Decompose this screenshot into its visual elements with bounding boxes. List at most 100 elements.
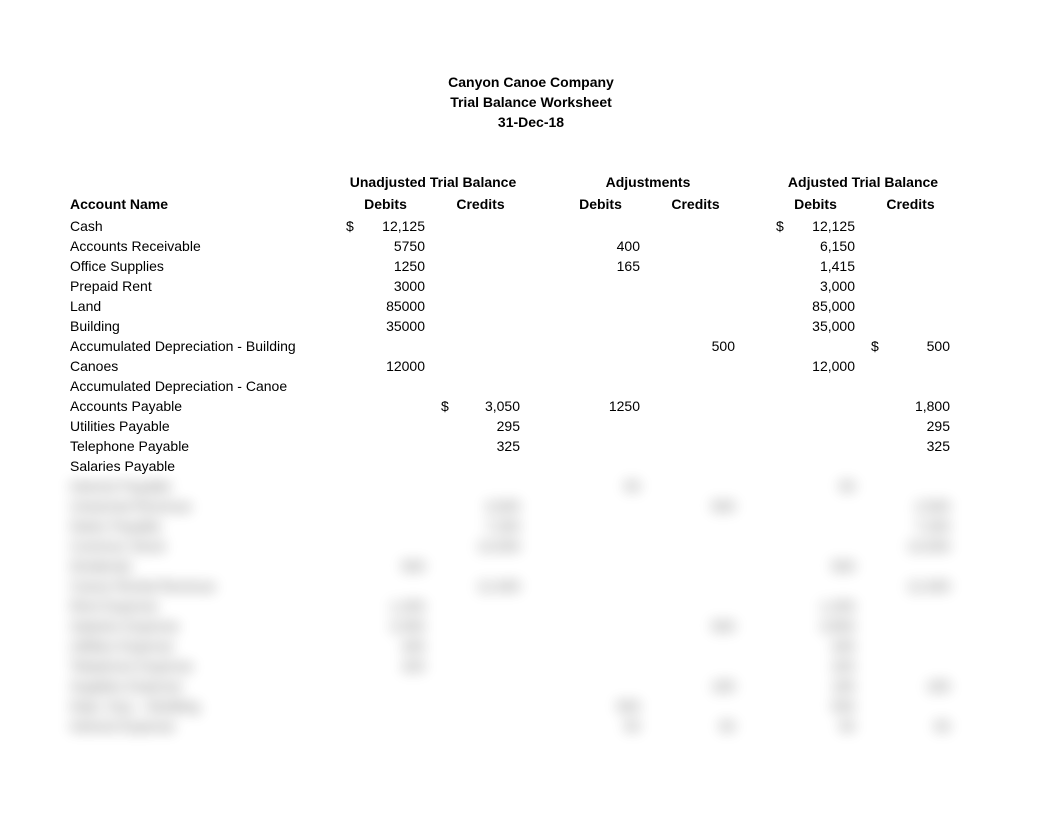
cell [768,456,863,476]
cell: 12000 [338,356,433,376]
cell [648,416,743,436]
cell [433,236,528,256]
account-name: Cash [62,216,338,236]
cell [648,256,743,276]
cell-value: 6,150 [820,236,855,256]
cell [648,316,743,336]
cell [433,456,528,476]
cell [768,376,863,396]
table-row: Land8500085,000 [62,296,1000,316]
account-name: Telephone Payable [62,436,338,456]
cell [553,436,648,456]
section-unadjusted: Unadjusted Trial Balance [338,172,528,192]
cell [338,416,433,436]
doc-date: 31-Dec-18 [0,112,1062,132]
cell [433,376,528,396]
cell: $500 [863,336,958,356]
cell-value: 12,125 [382,216,425,236]
cell: 1,800 [863,396,958,416]
col-adj-credits: Credits [648,194,743,214]
table-row: Building 35000 35,000 [62,316,1000,336]
cell: 5750 [338,236,433,256]
account-name: Utilities Payable [62,416,338,436]
cell-value: 1,415 [820,256,855,276]
cell [553,296,648,316]
section-adjustments: Adjustments [553,172,743,192]
cell: 35,000 [768,316,863,336]
cell [553,416,648,436]
cell-value: 400 [617,236,640,256]
col-account: Account Name [62,194,338,214]
cell [433,216,528,236]
cell-value: 3,000 [820,276,855,296]
cell [433,356,528,376]
cell [338,396,433,416]
table-row: Accounts Receivable57504006,150 [62,236,1000,256]
cell: 1,415 [768,256,863,276]
col-atb-credits: Credits [863,194,958,214]
account-name: Accounts Payable [62,396,338,416]
cell [648,236,743,256]
cell [863,296,958,316]
cell: 1250 [338,256,433,276]
cell [648,396,743,416]
account-name: Canoes [62,356,338,376]
cell [433,276,528,296]
cell [863,376,958,396]
cell: 35000 [338,316,433,336]
trial-balance-table: Unadjusted Trial Balance Adjustments Adj… [62,172,1000,476]
account-name: Building [62,316,338,336]
cell: 85000 [338,296,433,316]
cell [648,216,743,236]
account-name: Land [62,296,338,316]
cell [433,316,528,336]
cell-value: 35000 [386,316,425,336]
cell-value: 325 [497,436,520,456]
account-name: Accumulated Depreciation - Canoe [62,376,338,396]
cell [553,336,648,356]
cell: 1250 [553,396,648,416]
cell [863,236,958,256]
cell [338,376,433,396]
dollar-sign: $ [776,216,784,236]
section-adjusted: Adjusted Trial Balance [768,172,958,192]
cell-value: 165 [617,256,640,276]
cell: 325 [433,436,528,456]
cell [433,336,528,356]
cell [768,436,863,456]
cell [553,276,648,296]
col-unadj-debits: Debits [338,194,433,214]
cell: 12,000 [768,356,863,376]
table-row: Telephone Payable 325 325 [62,436,1000,456]
col-atb-debits: Debits [768,194,863,214]
obscured-rows: Interest Payable5050Unearned Revenue3,00… [62,476,1000,744]
cell [863,256,958,276]
company-name: Canyon Canoe Company [0,72,1062,92]
cell-value: 3000 [394,276,425,296]
table-row: Accumulated Depreciation - Building500$5… [62,336,1000,356]
cell-value: 3,050 [485,396,520,416]
account-name: Office Supplies [62,256,338,276]
cell [768,416,863,436]
cell [648,436,743,456]
cell-value: 12,125 [812,216,855,236]
account-name: Accumulated Depreciation - Building [62,336,338,356]
cell-value: 325 [927,436,950,456]
cell [338,336,433,356]
cell: $3,050 [433,396,528,416]
dollar-sign: $ [871,336,879,356]
cell [768,336,863,356]
col-adj-debits: Debits [553,194,648,214]
cell [553,456,648,476]
cell-value: 5750 [394,236,425,256]
cell-value: 12000 [386,356,425,376]
cell-value: 295 [927,416,950,436]
cell: 400 [553,236,648,256]
table-row: Accounts Payable $3,050 1250 1,800 [62,396,1000,416]
cell-value: 1250 [609,396,640,416]
account-name: Prepaid Rent [62,276,338,296]
dollar-sign: $ [441,396,449,416]
account-name: Salaries Payable [62,456,338,476]
cell-value: 12,000 [812,356,855,376]
cell [338,456,433,476]
